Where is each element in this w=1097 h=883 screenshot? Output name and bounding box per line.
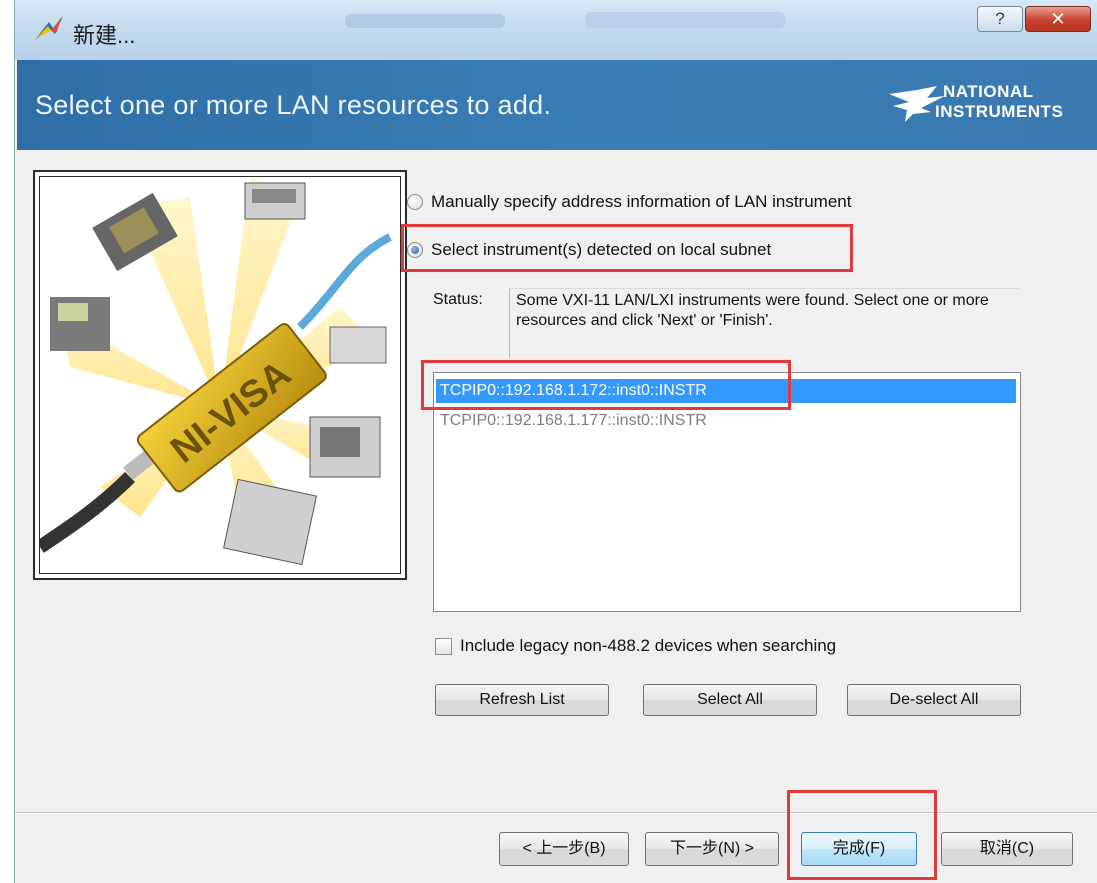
legacy-devices-checkbox[interactable] bbox=[435, 637, 452, 655]
manual-address-label: Manually specify address information of … bbox=[431, 192, 852, 211]
status-message: Some VXI-11 LAN/LXI instruments were fou… bbox=[509, 288, 1019, 358]
highlight-annotation bbox=[401, 224, 853, 272]
wizard-header: Select one or more LAN resources to add.… bbox=[17, 60, 1097, 150]
status-label: Status: bbox=[433, 291, 483, 308]
window-title: 新建... bbox=[73, 23, 136, 48]
illustration-frame: NI-VISA bbox=[33, 170, 407, 580]
highlight-annotation bbox=[421, 360, 791, 410]
wizard-title: Select one or more LAN resources to add. bbox=[35, 90, 552, 120]
list-item[interactable]: TCPIP0::192.168.1.177::inst0::INSTR bbox=[436, 409, 1016, 433]
back-button[interactable]: < 上一步(B) bbox=[499, 832, 629, 866]
deselect-all-button[interactable]: De-select All bbox=[847, 684, 1021, 716]
help-button[interactable]: ? bbox=[977, 6, 1023, 32]
legacy-devices-option[interactable]: Include legacy non-488.2 devices when se… bbox=[435, 636, 836, 656]
blurred-background bbox=[345, 14, 505, 28]
dialog-window: 新建... ? ✕ Select one or more LAN resourc… bbox=[14, 0, 1097, 883]
cancel-button[interactable]: 取消(C) bbox=[941, 832, 1073, 866]
refresh-list-button[interactable]: Refresh List bbox=[435, 684, 609, 716]
help-icon: ? bbox=[995, 9, 1005, 28]
highlight-annotation bbox=[787, 790, 937, 880]
manual-address-radio[interactable] bbox=[407, 194, 423, 210]
app-icon bbox=[35, 16, 63, 40]
ni-visa-illustration: NI-VISA bbox=[40, 177, 400, 573]
blurred-background bbox=[585, 12, 785, 28]
select-all-button[interactable]: Select All bbox=[643, 684, 817, 716]
manual-address-option[interactable]: Manually specify address information of … bbox=[407, 189, 851, 215]
national-instruments-logo: NATIONAL INSTRUMENTS bbox=[887, 80, 1097, 132]
logo-text: NATIONAL bbox=[943, 82, 1034, 101]
illustration: NI-VISA bbox=[39, 176, 401, 574]
next-button[interactable]: 下一步(N) > bbox=[645, 832, 779, 866]
legacy-devices-label: Include legacy non-488.2 devices when se… bbox=[460, 636, 837, 655]
title-bar[interactable]: 新建... ? ✕ bbox=[15, 0, 1097, 60]
close-button[interactable]: ✕ bbox=[1025, 6, 1091, 32]
logo-text: INSTRUMENTS bbox=[935, 102, 1064, 121]
close-icon: ✕ bbox=[1050, 9, 1066, 29]
